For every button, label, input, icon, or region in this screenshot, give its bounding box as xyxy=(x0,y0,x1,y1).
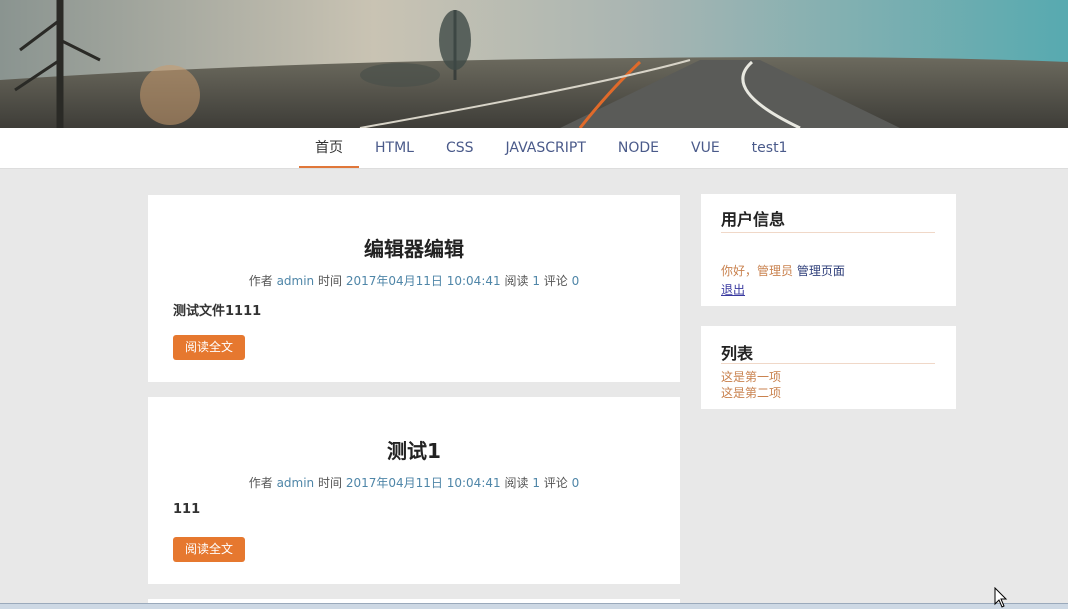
article-title[interactable]: 测试1 xyxy=(148,435,680,464)
nav-item-html[interactable]: HTML xyxy=(359,128,430,168)
header-banner-image xyxy=(0,0,1068,128)
author-value: admin xyxy=(276,476,315,490)
nav-item-node[interactable]: NODE xyxy=(602,128,675,168)
list-heading: 列表 xyxy=(721,340,935,364)
time-value: 2017年04月11日 10:04:41 xyxy=(345,476,501,490)
comment-label: 评论 xyxy=(543,476,568,490)
admin-page-link[interactable]: 管理页面 xyxy=(797,264,845,278)
comment-count: 0 xyxy=(571,274,580,288)
greeting-text: 你好，管理员 xyxy=(721,264,794,278)
time-label: 时间 xyxy=(318,476,343,490)
time-value: 2017年04月11日 10:04:41 xyxy=(345,274,501,288)
read-more-button[interactable]: 阅读全文 xyxy=(173,537,245,562)
article-meta: 作者 admin 时间 2017年04月11日 10:04:41 阅读 1 评论… xyxy=(148,474,680,491)
time-label: 时间 xyxy=(318,274,343,288)
comment-label: 评论 xyxy=(543,274,568,288)
read-label: 阅读 xyxy=(504,476,529,490)
list-panel: 列表 这是第一项 这是第二项 xyxy=(701,326,956,409)
nav-item-javascript[interactable]: JAVASCRIPT xyxy=(490,128,602,168)
author-label: 作者 xyxy=(248,274,273,288)
read-count: 1 xyxy=(532,274,540,288)
nav-item-home[interactable]: 首页 xyxy=(299,128,359,168)
nav-item-css[interactable]: CSS xyxy=(430,128,490,168)
nav-menu: 首页 HTML CSS JAVASCRIPT NODE VUE test1 xyxy=(299,128,803,168)
user-info-heading: 用户信息 xyxy=(721,206,935,233)
taskbar xyxy=(0,603,1068,609)
article-card: 测试1 作者 admin 时间 2017年04月11日 10:04:41 阅读 … xyxy=(148,397,680,584)
author-value: admin xyxy=(276,274,315,288)
comment-count: 0 xyxy=(571,476,580,490)
read-label: 阅读 xyxy=(504,274,529,288)
logout-link[interactable]: 退出 xyxy=(721,281,745,298)
article-card: 编辑器编辑 作者 admin 时间 2017年04月11日 10:04:41 阅… xyxy=(148,195,680,382)
road-landscape-illustration xyxy=(0,0,1068,128)
user-greeting-line: 你好，管理员 管理页面 xyxy=(721,262,845,279)
article-meta: 作者 admin 时间 2017年04月11日 10:04:41 阅读 1 评论… xyxy=(148,272,680,289)
user-info-panel: 用户信息 你好，管理员 管理页面 退出 xyxy=(701,194,956,306)
mouse-cursor-icon xyxy=(994,587,1008,608)
nav-item-vue[interactable]: VUE xyxy=(675,128,736,168)
top-navigation-bar: 首页 HTML CSS JAVASCRIPT NODE VUE test1 xyxy=(0,128,1068,169)
list-item[interactable]: 这是第二项 xyxy=(721,384,781,401)
read-count: 1 xyxy=(532,476,540,490)
article-excerpt: 测试文件1111 xyxy=(173,304,262,319)
article-excerpt: 111 xyxy=(173,502,201,517)
author-label: 作者 xyxy=(248,476,273,490)
nav-item-test1[interactable]: test1 xyxy=(736,128,804,168)
list-item[interactable]: 这是第一项 xyxy=(721,368,781,385)
read-more-button[interactable]: 阅读全文 xyxy=(173,335,245,360)
article-title[interactable]: 编辑器编辑 xyxy=(148,233,680,262)
